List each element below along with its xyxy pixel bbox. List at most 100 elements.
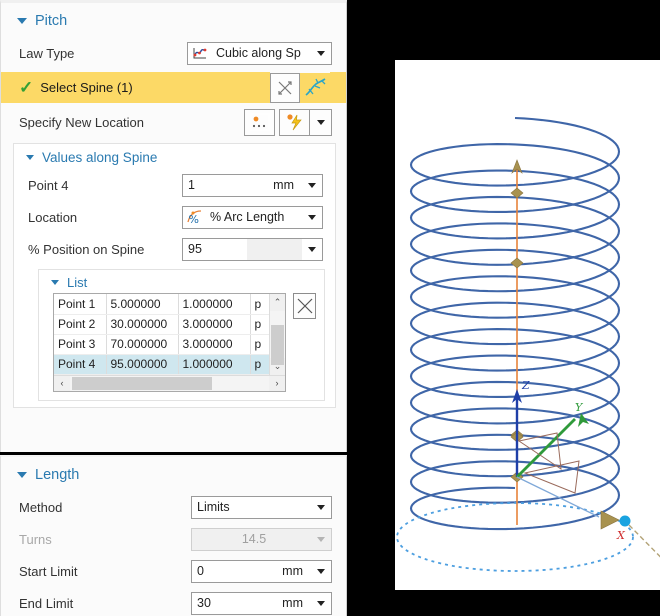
select-spine-label: Select Spine (1) <box>40 80 133 95</box>
list-group: List Point 1 5.000000 1.000000 p Point 2 30.0… <box>38 269 325 401</box>
end-limit-value[interactable]: 30 <box>192 596 274 610</box>
pitch-group-header[interactable]: Pitch <box>1 3 346 37</box>
table-row[interactable]: Point 1 5.000000 1.000000 p <box>54 294 269 315</box>
chevron-down-icon[interactable] <box>311 504 331 510</box>
point-value-field[interactable]: 1 mm <box>182 173 323 197</box>
spine-curve-icon[interactable] <box>300 72 330 103</box>
location-dropdown[interactable]: % % Arc Length <box>182 205 323 229</box>
end-limit-row: End Limit 30 mm <box>1 587 346 616</box>
table-row[interactable]: Point 2 30.000000 3.000000 p <box>54 314 269 335</box>
point-value-cell: 1.000000 <box>178 294 251 315</box>
location-row: Location % % Arc Length <box>14 201 335 233</box>
list-header[interactable]: List <box>39 270 324 293</box>
svg-text:Z: Z <box>521 379 530 392</box>
vertical-scrollbar-track[interactable] <box>270 311 285 365</box>
list-body: Point 1 5.000000 1.000000 p Point 2 30.000000… <box>39 293 324 400</box>
turns-value-field: 14.5 <box>191 527 332 551</box>
point-name-cell: Point 2 <box>54 314 107 335</box>
position-value-field[interactable]: 95 <box>182 237 323 261</box>
start-limit-label: Start Limit <box>19 563 78 579</box>
point-extra-cell: p <box>250 354 269 375</box>
chevron-down-icon <box>26 155 34 160</box>
end-limit-field[interactable]: 30 mm <box>191 591 332 615</box>
method-dropdown[interactable]: Limits <box>191 495 332 519</box>
location-label: Location <box>28 209 78 225</box>
specify-new-location-row: Specify New Location <box>1 105 346 139</box>
position-value[interactable]: 95 <box>183 242 247 256</box>
chevron-down-icon <box>51 280 59 285</box>
point-position-cell: 30.000000 <box>106 314 179 335</box>
table-row[interactable]: Point 3 70.000000 3.000000 p <box>54 334 269 355</box>
position-label: % Position on Spine <box>28 241 145 257</box>
values-along-spine-header[interactable]: Values along Spine <box>14 144 335 169</box>
point-value-cell: 3.000000 <box>178 334 251 355</box>
point-extra-cell: p <box>250 294 269 315</box>
end-limit-unit: mm <box>282 596 303 610</box>
scroll-up-icon[interactable]: ⌃ <box>270 294 285 311</box>
select-spine-field[interactable]: ✓ Select Spine (1) <box>1 72 270 103</box>
points-table[interactable]: Point 1 5.000000 1.000000 p Point 2 30.000000… <box>54 294 269 375</box>
chevron-down-icon[interactable] <box>311 600 331 606</box>
chevron-down-icon[interactable] <box>311 50 331 56</box>
points-table-scrollrow: Point 1 5.000000 1.000000 p Point 2 30.000000… <box>54 294 285 375</box>
point-name-cell: Point 4 <box>54 354 107 375</box>
point-position-cell: 5.000000 <box>106 294 179 315</box>
chevron-down-icon[interactable] <box>302 182 322 188</box>
law-type-label: Law Type <box>19 45 75 61</box>
chevron-down-icon <box>17 472 27 478</box>
svg-text:Y: Y <box>575 401 584 414</box>
start-limit-value[interactable]: 0 <box>192 564 274 578</box>
length-panel: Length Method Limits Turns 14.5 Start Li… <box>0 455 347 616</box>
chevron-down-icon[interactable] <box>302 246 322 252</box>
select-spine-row[interactable]: ✓ Select Spine (1) <box>1 72 346 103</box>
chevron-down-icon <box>311 536 331 542</box>
point-set-icon[interactable] <box>244 108 275 136</box>
scroll-left-icon[interactable]: ‹ <box>54 378 70 388</box>
law-curve-icon <box>188 46 211 61</box>
law-type-value: Cubic along Sp <box>216 46 301 60</box>
horizontal-scrollbar-track[interactable] <box>70 375 269 391</box>
point-row: Point 4 1 mm <box>14 169 335 201</box>
horizontal-scrollbar-thumb[interactable] <box>72 376 212 390</box>
svg-text:%: % <box>189 213 199 225</box>
length-title: Length <box>35 467 80 483</box>
helix-geometry: Z Y X <box>396 116 660 572</box>
percent-arc-icon: % <box>183 209 205 225</box>
turns-label: Turns <box>19 531 52 547</box>
point-value[interactable]: 1 <box>183 178 265 192</box>
location-value: % Arc Length <box>210 210 285 224</box>
check-icon: ✓ <box>19 78 34 97</box>
position-row: % Position on Spine 95 <box>14 233 335 265</box>
table-row[interactable]: Point 4 95.000000 1.000000 p <box>54 354 269 375</box>
chevron-down-icon[interactable] <box>311 568 331 574</box>
points-table-wrapper: Point 1 5.000000 1.000000 p Point 2 30.000000… <box>53 293 286 392</box>
vertical-scrollbar[interactable]: ⌃ ⌄ <box>269 294 285 375</box>
law-type-dropdown[interactable]: Cubic along Sp <box>187 41 332 65</box>
crosshair-arrows-icon[interactable] <box>270 72 300 103</box>
chevron-down-icon <box>17 18 27 24</box>
start-limit-field[interactable]: 0 mm <box>191 559 332 583</box>
chevron-down-icon[interactable] <box>310 108 332 136</box>
specify-new-location-label: Specify New Location <box>19 114 145 130</box>
law-type-row: Law Type Cubic along Sp <box>1 37 346 69</box>
point-name-cell: Point 1 <box>54 294 107 315</box>
start-limit-unit: mm <box>282 564 303 578</box>
position-spinner <box>247 238 302 260</box>
start-limit-row: Start Limit 0 mm <box>1 555 346 587</box>
scroll-right-icon[interactable]: › <box>269 378 285 388</box>
app-root: Pitch Law Type Cubic along Sp ✓ Select S… <box>0 0 660 616</box>
snap-point-icon[interactable] <box>279 108 310 136</box>
turns-value: 14.5 <box>241 532 267 546</box>
point-unit: mm <box>273 178 294 192</box>
delete-point-button[interactable] <box>293 293 316 319</box>
helix-3d-view[interactable]: Z Y X <box>395 60 660 590</box>
length-group-header[interactable]: Length <box>1 457 346 491</box>
chevron-down-icon[interactable] <box>302 214 322 220</box>
point-extra-cell: p <box>250 314 269 335</box>
spine-row-padding <box>330 72 346 103</box>
vertical-scrollbar-thumb[interactable] <box>271 325 284 365</box>
point-extra-cell: p <box>250 334 269 355</box>
point-position-cell: 70.000000 <box>106 334 179 355</box>
horizontal-scrollbar[interactable]: ‹ › <box>54 374 285 391</box>
pitch-panel: Pitch Law Type Cubic along Sp ✓ Select S… <box>0 0 347 452</box>
